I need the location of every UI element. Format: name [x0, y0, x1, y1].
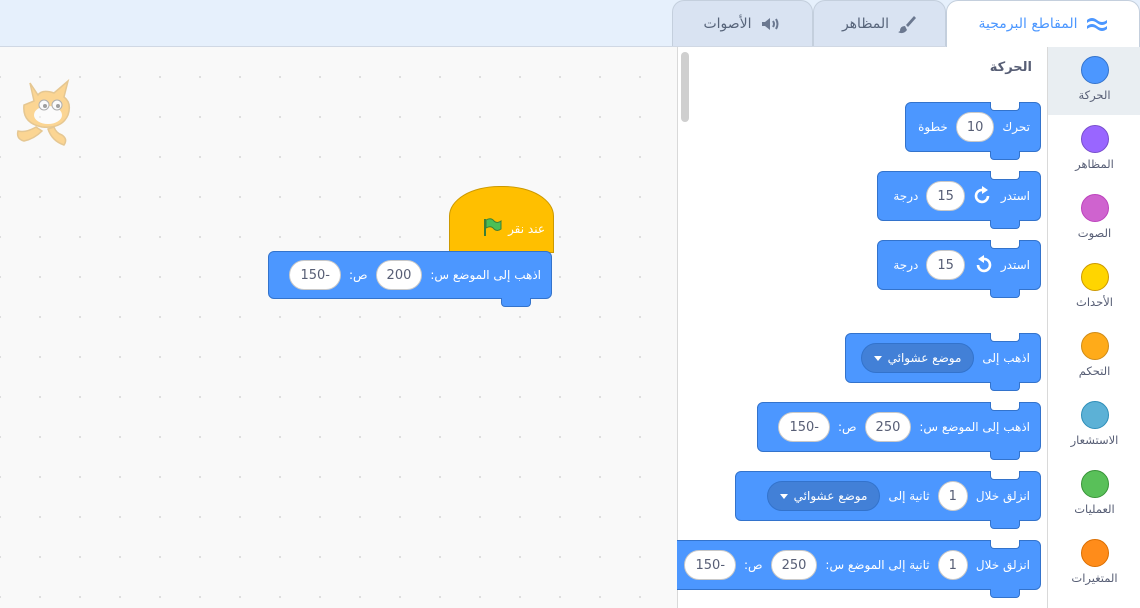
degrees-input[interactable]: 15 [926, 250, 965, 280]
turn-left-block[interactable]: استدر 15 درجة [877, 240, 1041, 298]
when-flag-label: عند نقر [508, 221, 545, 236]
category-control[interactable]: التحكم [1048, 323, 1140, 391]
events-category-icon [1080, 263, 1109, 291]
category-menu: الحركة المظاهر الصوت الأحداث التحكم الاس… [1047, 47, 1140, 608]
y-input[interactable]: -150 [778, 412, 830, 442]
block-text: اذهب إلى [982, 351, 1030, 365]
target-dropdown[interactable]: موضع عشوائي [766, 481, 881, 511]
category-label: الحركة [1078, 88, 1111, 102]
palette-section-title: الحركة [989, 60, 1032, 75]
looks-category-icon [1080, 125, 1109, 153]
seconds-input[interactable]: 1 [937, 481, 968, 511]
palette-scrollbar[interactable] [681, 52, 689, 122]
palette-left-clip [660, 538, 677, 594]
rotate-counterclockwise-icon [973, 255, 993, 275]
degrees-input[interactable]: 15 [926, 181, 965, 211]
tab-code[interactable]: المقاطع البرمجية [946, 0, 1140, 47]
block-text: ثانية إلى الموضع س: [825, 558, 930, 572]
block-text: ثانية إلى [888, 489, 930, 503]
y-input[interactable]: -150 [289, 260, 341, 290]
block-text: خطوة [918, 120, 948, 134]
category-looks[interactable]: المظاهر [1048, 116, 1140, 184]
category-label: المتغيرات [1071, 571, 1118, 585]
category-label: المظاهر [1075, 157, 1114, 171]
glide-to-target-block[interactable]: انزلق خلال 1 ثانية إلى موضع عشوائي [735, 471, 1041, 529]
editor-tab-bar: المقاطع البرمجية المظاهر الأصوات [0, 0, 1140, 47]
code-workspace[interactable] [0, 47, 676, 608]
block-text: اذهب إلى الموضع س: [430, 268, 541, 282]
tab-costumes[interactable]: المظاهر [813, 0, 946, 46]
glide-to-xy-block[interactable]: انزلق خلال 1 ثانية إلى الموضع س: 250 ص: … [660, 540, 1041, 598]
block-text: تحرك [1002, 120, 1030, 134]
rotate-clockwise-icon [973, 186, 993, 206]
sensing-category-icon [1080, 401, 1109, 429]
goto-target-block[interactable]: اذهب إلى موضع عشوائي [845, 333, 1041, 391]
speaker-icon [760, 15, 782, 33]
category-operators[interactable]: العمليات [1048, 461, 1140, 529]
code-icon [1086, 16, 1108, 32]
block-text: درجة [893, 258, 919, 272]
x-input[interactable]: 200 [375, 260, 423, 290]
block-text: استدر [1000, 258, 1030, 272]
tab-sounds-label: الأصوات [703, 15, 752, 32]
category-sound[interactable]: الصوت [1048, 185, 1140, 253]
tab-sounds[interactable]: الأصوات [672, 0, 813, 46]
category-variables[interactable]: المتغيرات [1048, 530, 1140, 598]
tab-costumes-label: المظاهر [841, 15, 890, 32]
tab-code-label: المقاطع البرمجية [978, 16, 1078, 32]
brush-icon [897, 14, 917, 34]
dropdown-arrow-icon [779, 493, 788, 499]
when-flag-clicked-hat-block[interactable]: عند نقر [449, 186, 554, 253]
move-steps-block[interactable]: تحرك 10 خطوة [905, 102, 1041, 160]
category-events[interactable]: الأحداث [1048, 254, 1140, 322]
block-text: انزلق خلال [975, 558, 1030, 572]
steps-input[interactable]: 10 [955, 112, 995, 142]
category-label: الأحداث [1076, 295, 1113, 309]
motion-category-icon [1080, 56, 1109, 84]
green-flag-icon [482, 217, 502, 240]
block-text: ص: [837, 420, 857, 434]
x-input[interactable]: 250 [770, 550, 818, 580]
category-label: العمليات [1074, 502, 1115, 516]
block-text: انزلق خلال [975, 489, 1030, 503]
block-text: درجة [893, 189, 919, 203]
dropdown-value: موضع عشوائي [793, 489, 868, 503]
goto-xy-block[interactable]: اذهب إلى الموضع س: 250 ص: -150 [757, 402, 1041, 460]
workspace-goto-xy-block[interactable]: اذهب إلى الموضع س: 200 ص: -150 [268, 251, 552, 307]
operators-category-icon [1080, 470, 1109, 498]
control-category-icon [1080, 332, 1109, 360]
seconds-input[interactable]: 1 [937, 550, 968, 580]
block-text: استدر [1000, 189, 1030, 203]
sprite-thumbnail [12, 75, 82, 153]
category-label: الصوت [1077, 226, 1112, 240]
sound-category-icon [1080, 194, 1109, 222]
block-text: ص: [348, 268, 368, 282]
x-input[interactable]: 250 [864, 412, 912, 442]
block-text: ص: [744, 558, 763, 572]
category-motion[interactable]: الحركة [1048, 47, 1140, 115]
variables-category-icon [1080, 539, 1109, 567]
category-label: التحكم [1078, 364, 1111, 378]
block-text: اذهب إلى الموضع س: [919, 420, 1030, 434]
target-dropdown[interactable]: موضع عشوائي [860, 343, 975, 373]
turn-right-block[interactable]: استدر 15 درجة [877, 171, 1041, 229]
dropdown-value: موضع عشوائي [887, 351, 962, 365]
category-sensing[interactable]: الاستشعار [1048, 392, 1140, 460]
y-input[interactable]: -150 [684, 550, 737, 580]
category-label: الاستشعار [1070, 433, 1119, 447]
dropdown-arrow-icon [873, 355, 882, 361]
